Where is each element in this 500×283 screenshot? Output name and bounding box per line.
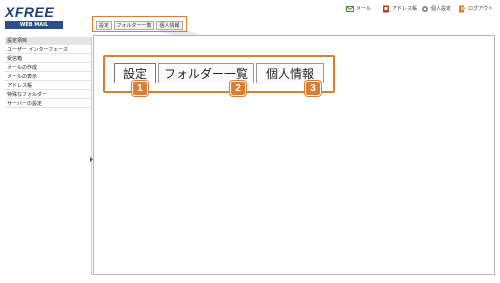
toplink-label: 個人設定 [431,6,452,12]
xfree-logo[interactable]: XFREE WEB MAIL [5,4,63,31]
sidebar-item-server[interactable]: サーバーの設定 [5,100,91,108]
sidebar-item-display[interactable]: メールの表示 [5,73,91,81]
toplink-logout[interactable]: ログアウト [458,4,493,14]
sidebar-item-ui[interactable]: ユーザー インターフェース [5,46,91,54]
sidebar-item-inbox[interactable]: 受信箱 [5,55,91,63]
callout-number-2: 2 [230,81,246,96]
logo-wordmark: XFREE [5,4,55,20]
gear-icon [422,5,428,12]
tab-folder-list[interactable]: フォルダー一覧 [158,63,254,83]
tab-personal-info[interactable]: 個人情報 [256,63,324,83]
logo-subtitle: WEB MAIL [5,21,63,29]
callout-number-3: 3 [305,81,321,96]
sidebar-item-addressbook[interactable]: アドレス帳 [5,82,91,90]
addressbook-icon [383,5,389,12]
callout-number-1: 1 [132,81,148,96]
toplink-settings[interactable]: 個人設定 [421,4,451,14]
mail-icon [346,5,354,12]
small-tab-profile[interactable]: 個人情報 [156,21,183,30]
toplink-label: メール [356,6,372,12]
tab-settings[interactable]: 設定 [114,63,156,83]
sidebar-item-special-folders[interactable]: 特殊なフォルダー [5,91,91,99]
toplink-mail[interactable]: メール [346,4,371,14]
sidebar-heading: 設定項目 [5,37,91,45]
toplink-addressbook[interactable]: アドレス帳 [382,4,417,14]
small-tab-settings[interactable]: 設定 [96,21,112,30]
toplink-label: アドレス帳 [392,6,418,12]
sidebar-item-compose[interactable]: メールの作成 [5,64,91,72]
toplink-label: ログアウト [468,6,494,12]
logout-icon [459,5,465,12]
small-tab-folders[interactable]: フォルダー一覧 [114,21,154,30]
